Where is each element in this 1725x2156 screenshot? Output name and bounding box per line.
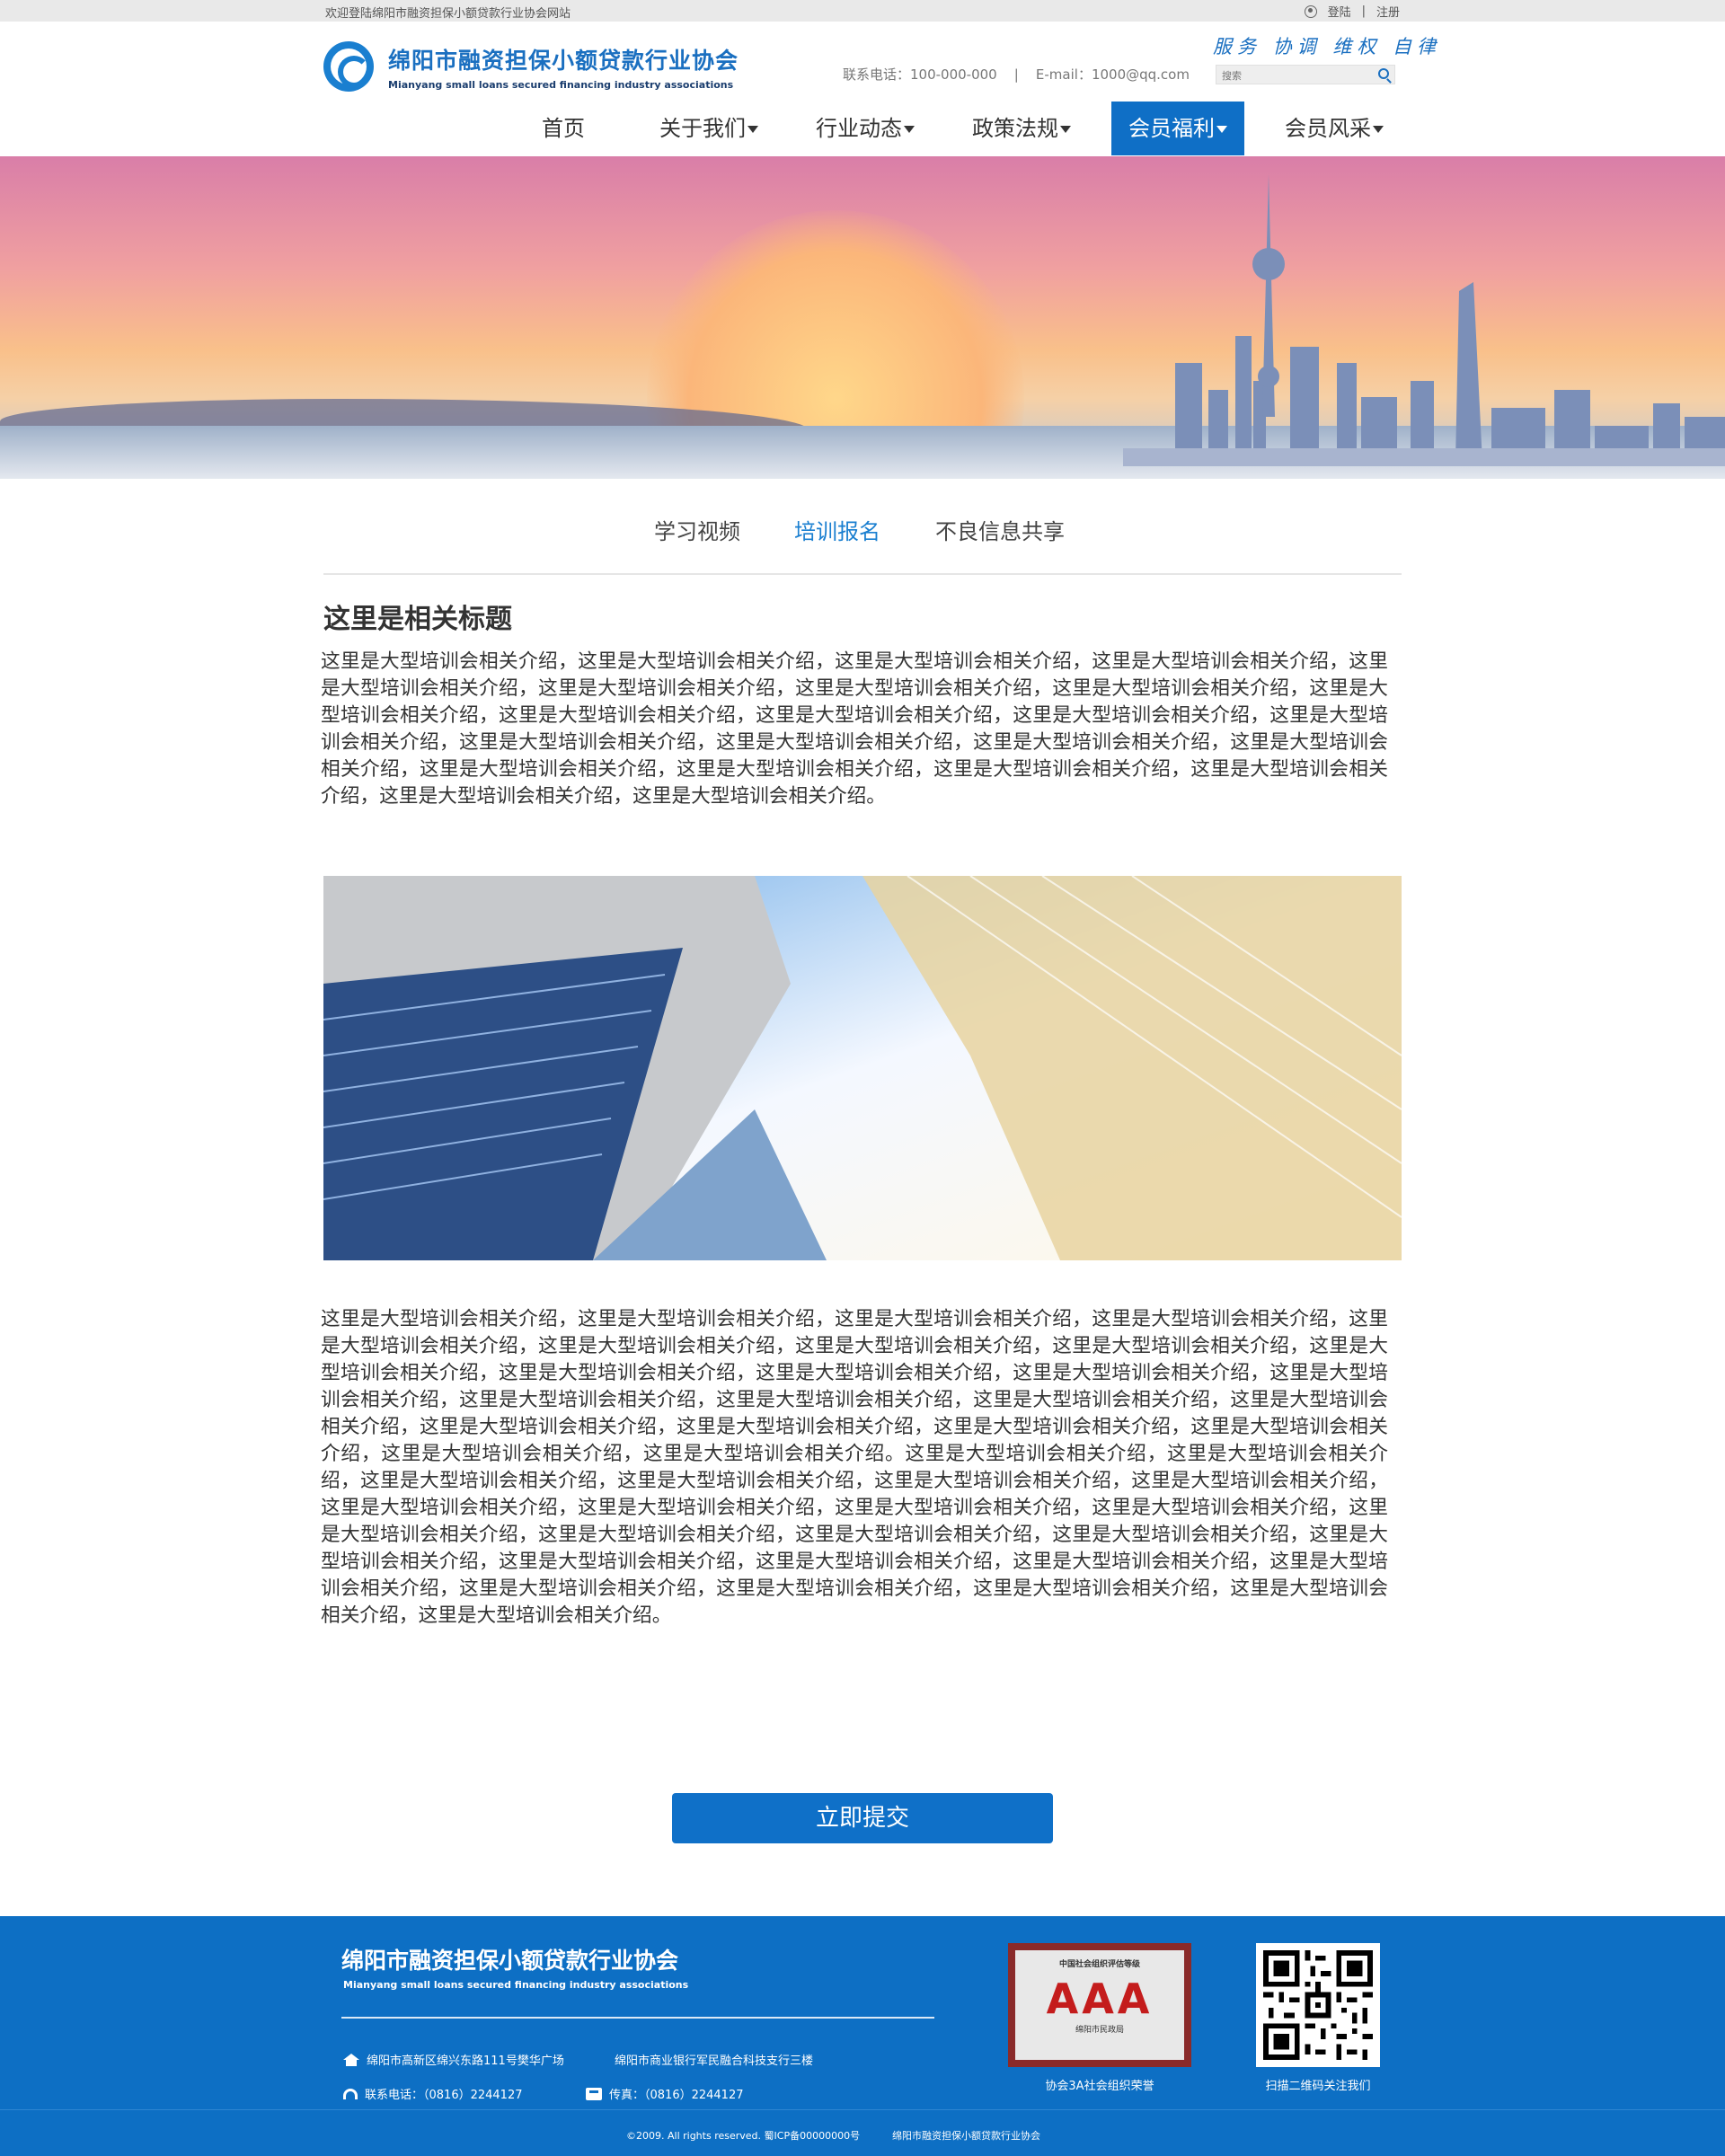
buildings-photo xyxy=(323,876,1402,1260)
nav-item-policies[interactable]: 政策法规 xyxy=(967,102,1076,155)
slogan: 服务 协调 维权 自律 xyxy=(1213,36,1442,57)
qr-code xyxy=(1256,1943,1380,2067)
cert-title: 中国社会组织评估等级 xyxy=(1058,1960,1140,1969)
caret-down-icon xyxy=(1373,126,1384,133)
nav-item-label: 首页 xyxy=(542,116,585,141)
logo-icon xyxy=(323,41,374,92)
home-icon xyxy=(343,2053,359,2066)
top-bar: 欢迎登陆绵阳市融资担保小额贷款行业协会网站 登陆 | 注册 xyxy=(0,0,1725,22)
aaa-certificate: 中国社会组织评估等级 AAA 绵阳市民政局 xyxy=(1008,1943,1191,2067)
cert-caption: 协会3A社会组织荣誉 xyxy=(1045,2080,1154,2093)
user-icon xyxy=(1304,4,1317,18)
nav-item-home[interactable]: 首页 xyxy=(534,102,593,155)
cert-issuer: 绵阳市民政局 xyxy=(1075,2026,1124,2035)
sub-tabs: 学习视频 培训报名 不良信息共享 xyxy=(0,503,1725,557)
city-skyline-graphic xyxy=(1123,174,1725,466)
qr-caption: 扫描二维码关注我们 xyxy=(1265,2080,1371,2093)
tab-bad-info-sharing[interactable]: 不良信息共享 xyxy=(935,514,1065,545)
address-line-2: 绵阳市商业银行军民融合科技支行三楼 xyxy=(615,2054,814,2068)
register-link[interactable]: 注册 xyxy=(1376,3,1400,20)
welcome-text: 欢迎登陆绵阳市融资担保小额贷款行业协会网站 xyxy=(325,7,571,21)
divider xyxy=(323,573,1402,575)
org-name-cn: 绵阳市融资担保小额贷款行业协会 xyxy=(388,47,739,74)
nav-item-member-showcase[interactable]: 会员风采 xyxy=(1279,102,1389,155)
search-box xyxy=(1216,65,1395,85)
tab-training-signup[interactable]: 培训报名 xyxy=(794,514,880,545)
qr-code-icon xyxy=(1263,1950,1373,2060)
buildings-graphic xyxy=(323,876,1402,1260)
caret-down-icon xyxy=(904,126,915,133)
tab-study-videos[interactable]: 学习视频 xyxy=(654,514,740,545)
contact-info: 联系电话：100-000-000 | E-mail：1000@qq.com xyxy=(843,66,1190,83)
nav-item-label: 关于我们 xyxy=(659,116,746,141)
footer-org-name-en: Mianyang small loans secured financing i… xyxy=(343,1979,689,1991)
nav-item-label: 行业动态 xyxy=(816,116,902,141)
nav-item-industry-news[interactable]: 行业动态 xyxy=(810,102,920,155)
cert-grade: AAA xyxy=(1046,1975,1154,2023)
copyright-bar: ©2009. All rights reserved. 蜀ICP备0000000… xyxy=(0,2109,1725,2156)
nav-item-label: 政策法规 xyxy=(972,116,1058,141)
fax-text: 传真：（0816）2244127 xyxy=(609,2089,744,2102)
article-title: 这里是相关标题 xyxy=(323,604,512,635)
footer-fax: 传真：（0816）2244127 xyxy=(586,2085,743,2102)
caret-down-icon xyxy=(1216,126,1227,133)
address-line-1: 绵阳市高新区绵兴东路111号樊华广场 xyxy=(367,2054,564,2068)
nav-item-label: 会员福利 xyxy=(1128,116,1215,141)
login-link[interactable]: 登陆 xyxy=(1328,3,1351,20)
nav-item-member-benefits[interactable]: 会员福利 xyxy=(1111,102,1244,155)
fax-icon xyxy=(586,2087,602,2100)
footer-tel: 联系电话：（0816）2244127 xyxy=(343,2085,522,2102)
search-icon[interactable] xyxy=(1378,68,1389,79)
copyright-org: 绵阳市融资担保小额贷款行业协会 xyxy=(892,2130,1040,2142)
phone-icon xyxy=(343,2088,358,2099)
site-footer: 绵阳市融资担保小额贷款行业协会 Mianyang small loans sec… xyxy=(0,1916,1725,2109)
article-paragraph-1: 这里是大型培训会相关介绍，这里是大型培训会相关介绍，这里是大型培训会相关介绍，这… xyxy=(321,650,1388,808)
footer-divider xyxy=(341,2017,934,2019)
separator: | xyxy=(1361,4,1366,18)
account-links: 登陆 | 注册 xyxy=(1304,3,1400,20)
footer-org-name-cn: 绵阳市融资担保小额贷款行业协会 xyxy=(341,1948,679,1974)
copyright-text: ©2009. All rights reserved. 蜀ICP备0000000… xyxy=(626,2130,861,2142)
tel-text: 联系电话：（0816）2244127 xyxy=(365,2089,523,2102)
submit-button[interactable]: 立即提交 xyxy=(672,1793,1053,1843)
article-paragraph-2: 这里是大型培训会相关介绍，这里是大型培训会相关介绍，这里是大型培训会相关介绍，这… xyxy=(321,1308,1388,1627)
caret-down-icon xyxy=(748,126,758,133)
caret-down-icon xyxy=(1060,126,1071,133)
site-logo[interactable]: 绵阳市融资担保小额贷款行业协会 Mianyang small loans sec… xyxy=(323,41,739,92)
nav-item-label: 会员风采 xyxy=(1285,116,1371,141)
footer-address: 绵阳市高新区绵兴东路111号樊华广场 xyxy=(343,2051,564,2068)
hero-banner xyxy=(0,156,1725,479)
main-nav: 首页 关于我们 行业动态 政策法规 会员福利 会员风采 xyxy=(0,102,1725,155)
nav-item-about[interactable]: 关于我们 xyxy=(654,102,764,155)
search-input[interactable] xyxy=(1216,66,1369,85)
org-name-en: Mianyang small loans secured financing i… xyxy=(388,78,734,91)
